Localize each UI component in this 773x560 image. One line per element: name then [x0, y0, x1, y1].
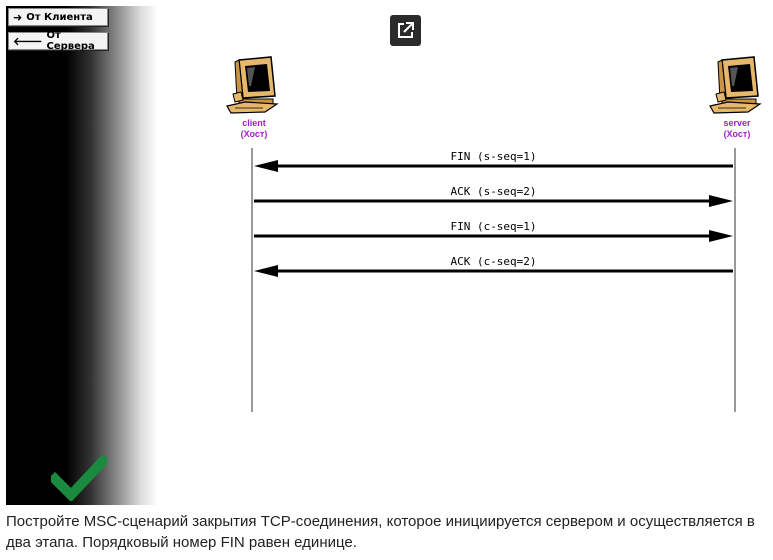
- message-label: FIN (s-seq=1): [450, 150, 536, 163]
- message-arrow: FIN (s-seq=1): [254, 150, 733, 172]
- msc-diagram: FIN (s-seq=1) ACK (s-seq=2) FIN (c-seq=1) A…: [251, 148, 736, 412]
- message-label: FIN (c-seq=1): [450, 220, 536, 233]
- message-list: FIN (s-seq=1) ACK (s-seq=2) FIN (c-seq=1) A…: [254, 150, 733, 277]
- message-label: ACK (c-seq=2): [450, 255, 536, 268]
- message-arrow: FIN (c-seq=1): [254, 220, 733, 242]
- message-arrow: ACK (c-seq=2): [254, 255, 733, 277]
- message-arrow: ACK (s-seq=2): [254, 185, 733, 207]
- message-label: ACK (s-seq=2): [450, 185, 536, 198]
- task-caption: Постройте MSC-сценарий закрытия TCP-соед…: [6, 513, 755, 551]
